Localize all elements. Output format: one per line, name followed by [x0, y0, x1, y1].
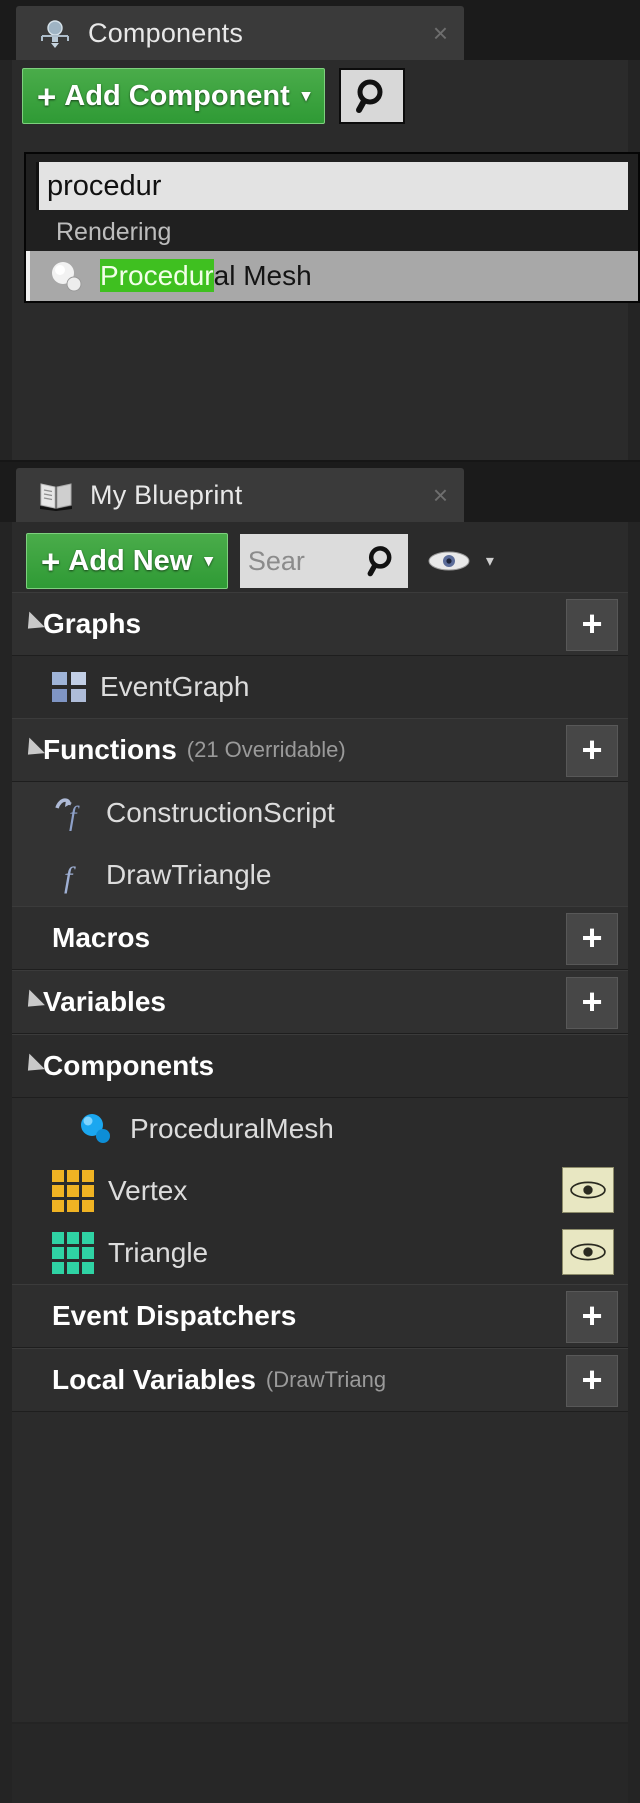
- add-new-button[interactable]: + Add New ▾: [26, 533, 228, 589]
- list-item-label: DrawTriangle: [106, 859, 272, 890]
- tab-my-blueprint-label: My Blueprint: [90, 479, 243, 510]
- add-component-button[interactable]: + Add Component ▾: [22, 68, 326, 124]
- panel-filler: [12, 1412, 628, 1452]
- components-icon: [38, 16, 72, 50]
- array-variable-icon: [52, 1232, 94, 1274]
- dropdown-item-label: Procedural Mesh: [100, 259, 312, 292]
- plus-icon: +: [37, 77, 57, 115]
- svg-text:f: f: [69, 801, 80, 831]
- list-item-vertex[interactable]: Vertex: [12, 1160, 628, 1222]
- eye-icon: [570, 1181, 606, 1199]
- array-variable-icon: [52, 1170, 94, 1212]
- blueprint-tabstrip: My Blueprint ×: [0, 462, 640, 522]
- tab-components[interactable]: Components ×: [16, 6, 464, 60]
- search-match-highlight: Procedur: [100, 259, 214, 292]
- section-functions-label: Functions: [43, 734, 177, 765]
- list-item-proceduralmesh[interactable]: ProceduralMesh: [12, 1098, 628, 1160]
- chevron-down-icon: ▾: [485, 553, 494, 570]
- section-functions[interactable]: Functions (21 Overridable) +: [12, 718, 628, 782]
- component-search-input[interactable]: procedur: [36, 162, 628, 210]
- panel-bottom-strip: [12, 1724, 628, 1803]
- list-item-triangle[interactable]: Triangle: [12, 1222, 628, 1284]
- section-local-variables-label: Local Variables: [52, 1364, 256, 1395]
- procedural-mesh-icon: [76, 1111, 116, 1147]
- procedural-mesh-icon: [48, 259, 86, 293]
- section-macros-label: Macros: [52, 922, 151, 953]
- close-icon[interactable]: ×: [433, 480, 454, 511]
- search-icon: [356, 79, 383, 113]
- my-blueprint-body: + Add New ▾ Sear ▾ Graphs + EventGraph F…: [12, 522, 628, 1722]
- collapse-triangle-icon[interactable]: [20, 1053, 45, 1079]
- close-icon[interactable]: ×: [433, 18, 454, 49]
- visibility-toggle-triangle[interactable]: [562, 1229, 614, 1275]
- svg-text:f: f: [64, 861, 76, 894]
- blueprint-search-input[interactable]: Sear: [239, 534, 408, 588]
- function-icon: f: [52, 856, 92, 894]
- plus-icon: +: [41, 542, 61, 580]
- dropdown-section-rendering: Rendering: [26, 216, 638, 251]
- add-component-dropdown[interactable]: procedur Rendering Procedural Mesh: [24, 152, 640, 303]
- collapse-triangle-icon[interactable]: [20, 989, 45, 1015]
- section-event-dispatchers[interactable]: Event Dispatchers +: [12, 1284, 628, 1348]
- collapse-triangle-icon[interactable]: [20, 737, 45, 763]
- eye-icon: [428, 551, 470, 571]
- section-components-label: Components: [43, 1050, 215, 1081]
- blueprint-search-placeholder: Sear: [247, 545, 305, 576]
- list-item-label: EventGraph: [100, 671, 250, 702]
- tab-my-blueprint[interactable]: My Blueprint ×: [16, 468, 464, 522]
- search-match-rest: al Mesh: [213, 260, 312, 291]
- section-variables[interactable]: Variables +: [12, 970, 628, 1034]
- event-graph-icon: [52, 672, 86, 702]
- chevron-down-icon: ▾: [301, 86, 311, 105]
- add-graph-button[interactable]: +: [566, 599, 618, 651]
- construction-script-icon: f: [52, 794, 92, 832]
- section-local-variables[interactable]: Local Variables (DrawTriang +: [12, 1348, 628, 1412]
- add-event-dispatcher-button[interactable]: +: [566, 1291, 618, 1343]
- section-graphs-label: Graphs: [43, 608, 142, 639]
- section-local-variables-sub: (DrawTriang: [265, 1367, 387, 1392]
- section-event-dispatchers-label: Event Dispatchers: [52, 1300, 297, 1331]
- list-item-label: Triangle: [108, 1237, 209, 1268]
- blueprint-book-icon: [38, 479, 74, 511]
- section-macros[interactable]: Macros +: [12, 906, 628, 970]
- list-item-label: ProceduralMesh: [130, 1113, 334, 1144]
- section-functions-sub: (21 Overridable): [186, 737, 346, 762]
- add-function-button[interactable]: +: [566, 725, 618, 777]
- collapse-triangle-icon[interactable]: [20, 611, 45, 637]
- dropdown-item-procedural-mesh[interactable]: Procedural Mesh: [26, 251, 638, 301]
- tab-components-label: Components: [88, 17, 244, 48]
- visibility-options[interactable]: ▾: [426, 547, 494, 575]
- blueprint-toolbar: + Add New ▾ Sear ▾: [12, 522, 628, 592]
- add-macro-button[interactable]: +: [566, 913, 618, 965]
- list-item-drawtriangle[interactable]: f DrawTriangle: [12, 844, 628, 906]
- components-tabstrip: Components ×: [0, 0, 640, 60]
- eye-icon: [570, 1243, 606, 1261]
- add-local-variable-button[interactable]: +: [566, 1355, 618, 1407]
- add-variable-button[interactable]: +: [566, 977, 618, 1029]
- components-search-button[interactable]: [339, 68, 406, 124]
- components-panel: Components × + Add Component ▾ procedur …: [0, 0, 640, 460]
- components-toolbar: + Add Component ▾: [12, 60, 628, 124]
- visibility-toggle-vertex[interactable]: [562, 1167, 614, 1213]
- search-icon: [367, 546, 392, 577]
- add-new-label: Add New: [68, 544, 193, 577]
- list-item-constructionscript[interactable]: f ConstructionScript: [12, 782, 628, 844]
- component-search-value: procedur: [47, 169, 162, 202]
- section-variables-label: Variables: [43, 986, 166, 1017]
- add-component-label: Add Component: [64, 79, 290, 112]
- list-item-eventgraph[interactable]: EventGraph: [12, 656, 628, 718]
- section-graphs[interactable]: Graphs +: [12, 592, 628, 656]
- list-item-label: ConstructionScript: [106, 797, 335, 828]
- list-item-label: Vertex: [108, 1175, 188, 1206]
- my-blueprint-panel: My Blueprint × + Add New ▾ Sear ▾ Graphs…: [0, 462, 640, 1803]
- unreal-blueprint-editor: Components × + Add Component ▾ procedur …: [0, 0, 640, 1803]
- chevron-down-icon: ▾: [204, 551, 213, 570]
- section-components[interactable]: Components: [12, 1034, 628, 1098]
